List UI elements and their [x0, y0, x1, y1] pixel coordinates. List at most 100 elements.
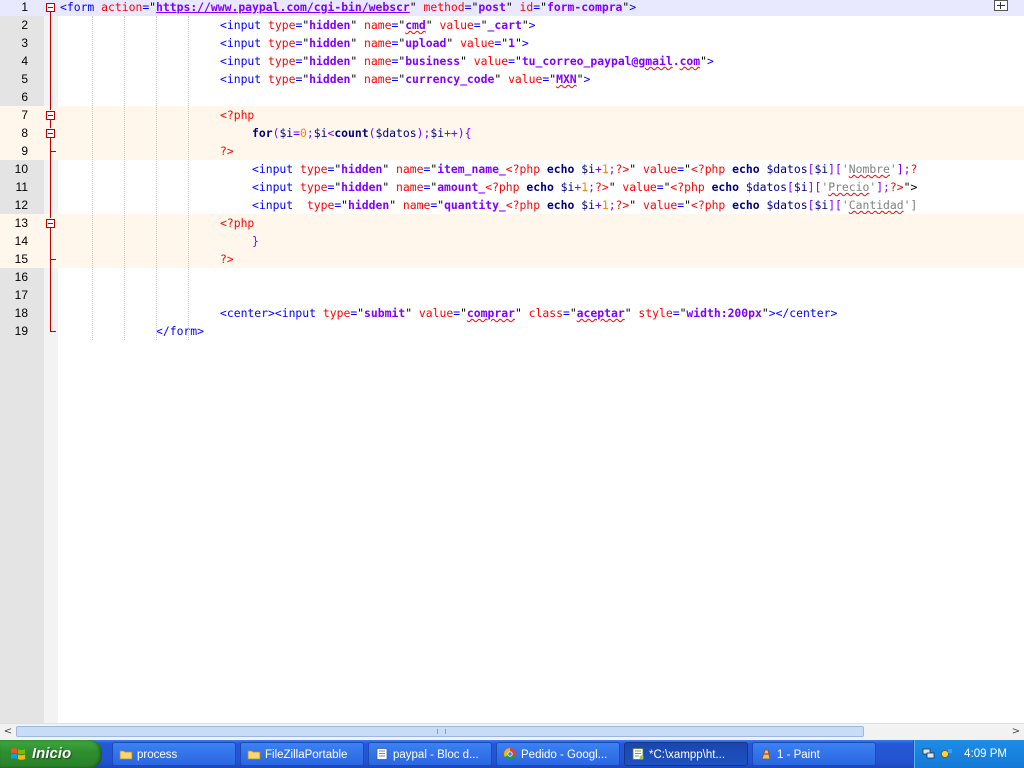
code-text: <input type="hidden" name="currency_code… — [220, 70, 590, 88]
code-area[interactable]: 1 <form action="https://www.paypal.com/cg… — [0, 0, 1024, 340]
code-line[interactable]: 6 — [0, 88, 1024, 106]
code-token: ++){ — [444, 126, 472, 140]
code-line[interactable]: 11 <input type="hidden" name="amount_<?ph… — [0, 178, 1024, 196]
code-token: ][ — [828, 162, 842, 176]
code-token: " — [569, 306, 577, 320]
fold-end-marker — [50, 331, 56, 332]
code-line[interactable]: 14} — [0, 232, 1024, 250]
code-token: " — [576, 72, 584, 86]
taskbar-button[interactable]: Pedido - Googl... — [496, 742, 620, 766]
code-line[interactable]: 17 — [0, 286, 1024, 304]
code-token: type — [268, 54, 296, 68]
taskbar-button[interactable]: *C:\xampp\ht... — [624, 742, 748, 766]
code-token: name — [357, 72, 392, 86]
code-token: " — [684, 162, 691, 176]
code-line[interactable]: 19 </form> — [0, 322, 1024, 340]
network-icon[interactable] — [922, 747, 935, 760]
code-line[interactable]: 3 <input type="hidden" name="upload" valu… — [0, 34, 1024, 52]
code-token: " — [460, 54, 467, 68]
code-token: type — [306, 198, 335, 212]
code-line[interactable]: 8 for($i=0;$i<count($datos);$i++){ — [0, 124, 1024, 142]
code-token: type — [268, 72, 296, 86]
fold-toggle-icon[interactable] — [46, 110, 55, 120]
code-token: $i — [814, 162, 829, 176]
fold-toggle-icon[interactable] — [46, 2, 55, 12]
code-line[interactable]: 4 <input type="hidden" name="business" va… — [0, 52, 1024, 70]
fold-toggle-icon[interactable] — [46, 218, 55, 228]
code-line[interactable]: 18 <center><input type="submit" value="co… — [0, 304, 1024, 322]
code-token: hidden — [309, 36, 351, 50]
code-token: ][ — [807, 180, 822, 194]
code-token: echo — [725, 198, 767, 212]
code-line[interactable]: 1 <form action="https://www.paypal.com/cg… — [0, 0, 1024, 16]
code-token: type — [300, 180, 328, 194]
code-token: width:200px — [686, 306, 762, 320]
code-token: echo — [519, 180, 561, 194]
code-token: aceptar — [576, 306, 625, 320]
expand-icon[interactable] — [994, 0, 1008, 11]
code-token: " — [521, 18, 529, 32]
code-token: } — [252, 234, 259, 248]
code-line[interactable]: 2 <input type="hidden" name="cmd" value="… — [0, 16, 1024, 34]
code-line[interactable]: 7 <?php — [0, 106, 1024, 124]
code-token: <?php — [505, 198, 541, 212]
code-line[interactable]: 12 <input type="hidden" name="quantity_<?… — [0, 196, 1024, 214]
code-line[interactable]: 13 <?php — [0, 214, 1024, 232]
code-editor[interactable]: 1 <form action="https://www.paypal.com/cg… — [0, 0, 1024, 723]
code-line[interactable]: 5 <input type="hidden" name="currency_cod… — [0, 70, 1024, 88]
line-number: 4 — [21, 54, 28, 68]
scroll-left-icon[interactable]: < — [0, 724, 16, 740]
taskbar-button-label: 1 - Paint — [777, 749, 820, 761]
taskbar-button[interactable]: FileZillaPortable — [240, 742, 364, 766]
clock[interactable]: 4:09 PM — [964, 740, 1007, 768]
notepadpp-icon — [632, 748, 644, 760]
code-token: 1 — [601, 162, 609, 176]
folder-icon — [119, 750, 133, 760]
code-token: <?php — [691, 198, 726, 212]
code-token: ?> — [594, 180, 609, 194]
scroll-thumb[interactable] — [16, 726, 864, 737]
taskbar-button[interactable]: 1 - Paint — [752, 742, 876, 766]
horizontal-scrollbar[interactable]: < > — [0, 723, 1024, 740]
code-line[interactable]: 10 <input type="hidden" name="item_name_<… — [0, 160, 1024, 178]
code-token: " — [505, 0, 513, 14]
code-token: = — [656, 180, 664, 194]
security-icon[interactable] — [940, 747, 953, 760]
fold-toggle-icon[interactable] — [46, 128, 55, 138]
taskbar: Inicio process FileZillaPortable paypal - … — [0, 740, 1024, 768]
taskbar-button[interactable]: paypal - Bloc d... — [368, 742, 492, 766]
code-token: ; — [306, 126, 314, 140]
taskbar-button-label: paypal - Bloc d... — [393, 749, 479, 761]
code-line[interactable]: 9 ?> — [0, 142, 1024, 160]
code-token: = — [293, 126, 301, 140]
code-token: count — [334, 126, 369, 140]
code-token: hidden — [309, 54, 351, 68]
code-token: value — [636, 162, 678, 176]
code-token: ; — [588, 180, 595, 194]
code-token: </form> — [156, 324, 205, 338]
windows-logo-icon — [11, 748, 25, 760]
code-line[interactable]: 16 — [0, 268, 1024, 286]
code-token: $datos — [375, 126, 417, 140]
code-token: " — [700, 54, 707, 68]
code-token: <input — [220, 36, 269, 50]
code-token: quantity_ — [444, 198, 506, 212]
taskbar-button[interactable]: process — [112, 742, 236, 766]
code-text: ?> — [220, 142, 234, 160]
code-token: echo — [725, 162, 767, 176]
code-token: method — [416, 0, 465, 14]
start-label: Inicio — [32, 745, 72, 762]
code-token: $datos — [766, 162, 808, 176]
code-token: type — [300, 162, 328, 176]
code-token: " — [149, 0, 157, 14]
code-line[interactable]: 15 ?> — [0, 250, 1024, 268]
code-token: upload — [405, 36, 447, 50]
code-token: echo — [540, 198, 582, 212]
code-token: 1 — [508, 36, 515, 50]
start-button[interactable]: Inicio — [0, 740, 102, 768]
code-token: ' — [889, 162, 897, 176]
code-token: > — [521, 36, 529, 50]
code-token: $i — [313, 126, 328, 140]
scroll-right-icon[interactable]: > — [1008, 724, 1024, 740]
code-token: _cart — [487, 18, 522, 32]
